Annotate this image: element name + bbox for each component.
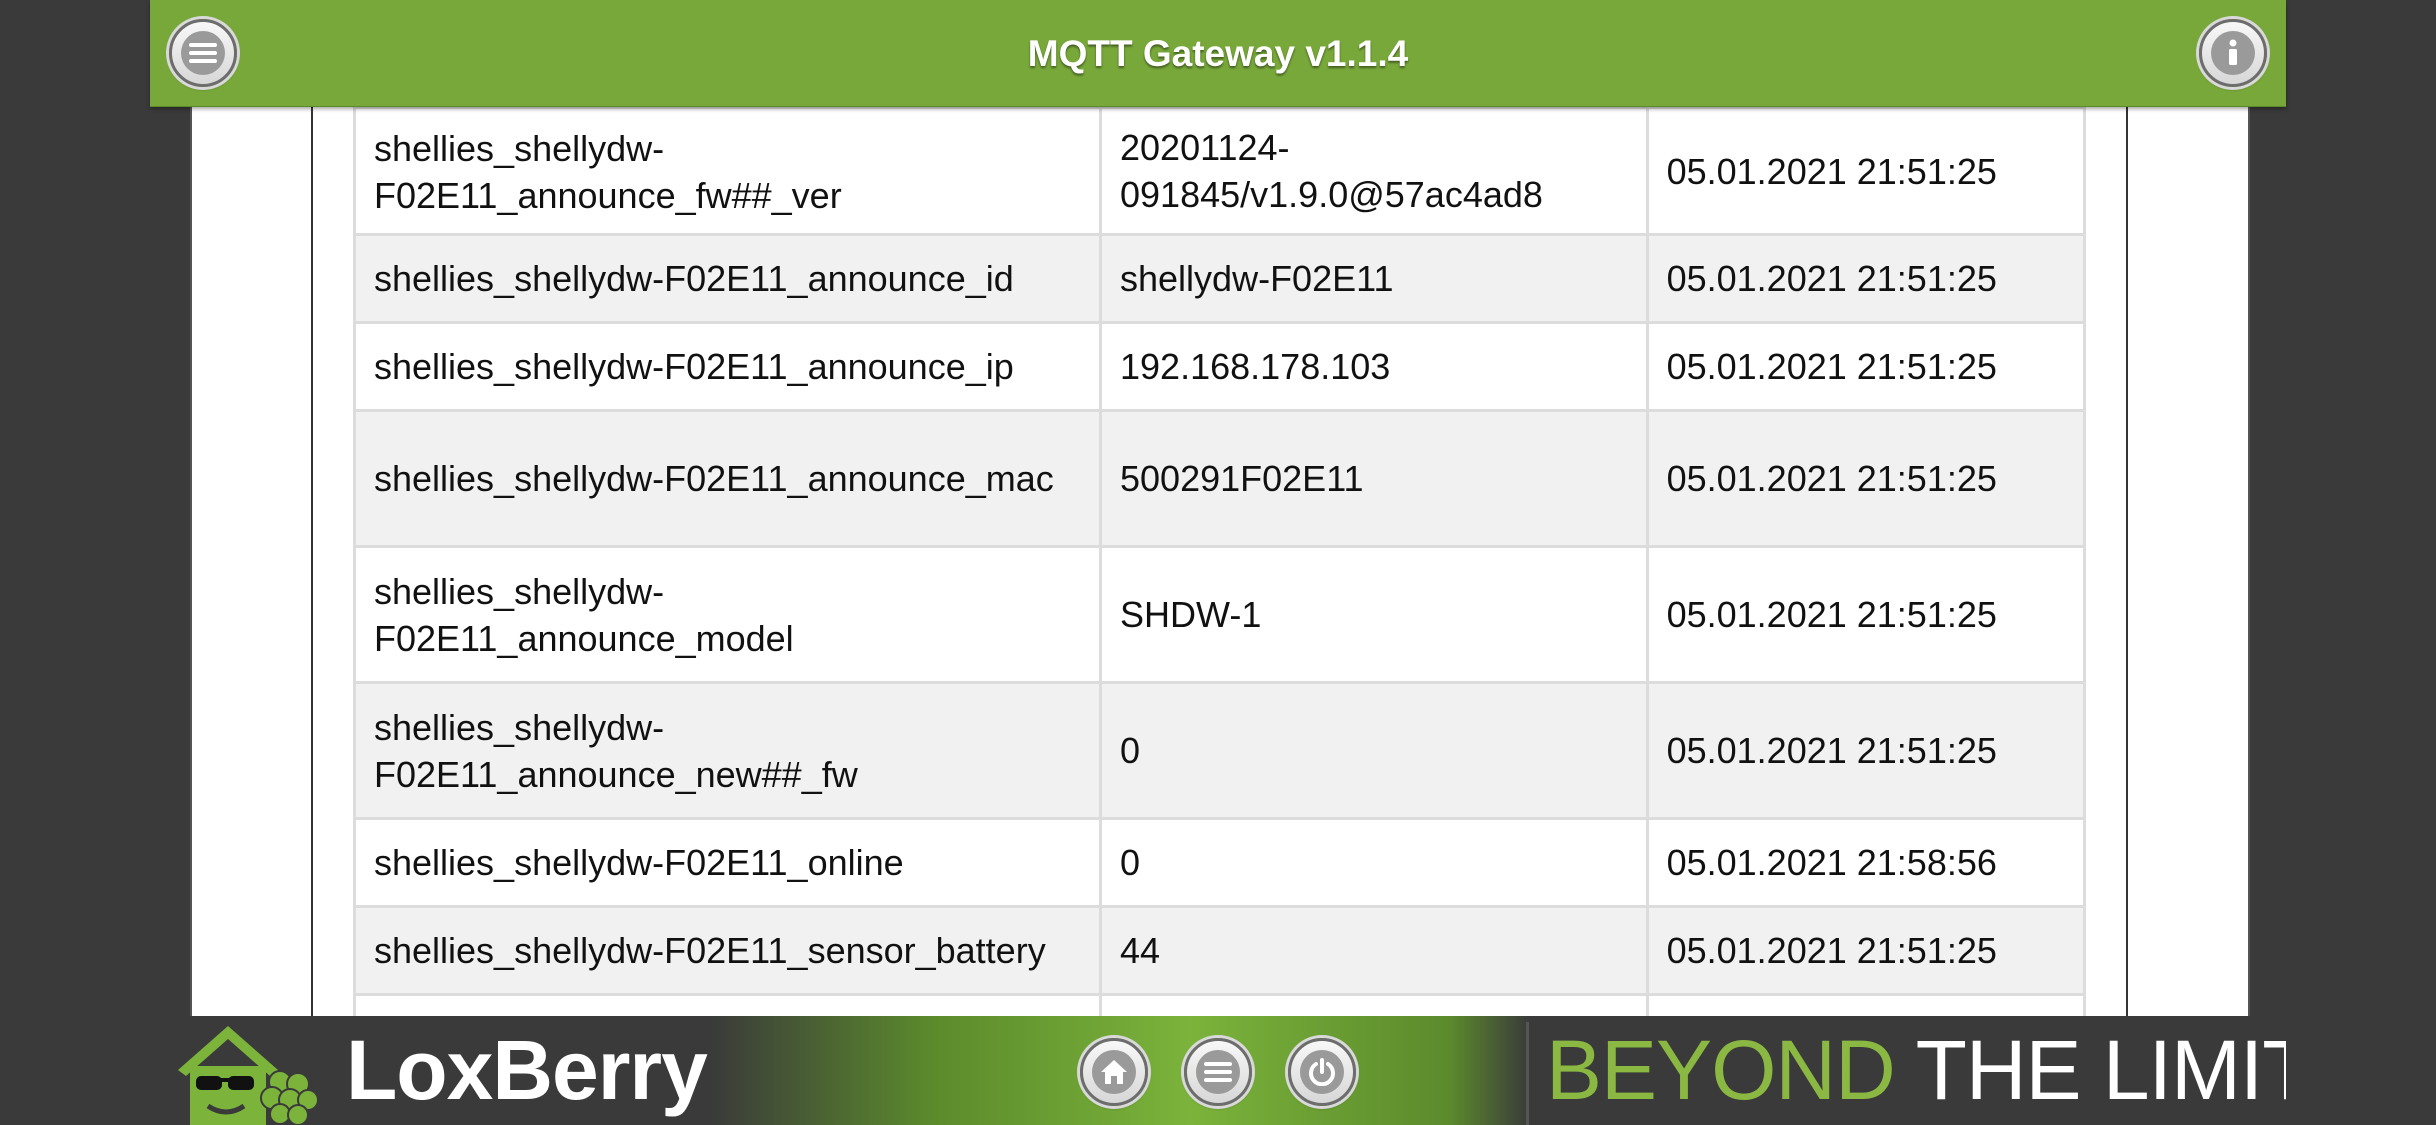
slogan-accent: BEYOND	[1546, 1023, 1896, 1117]
value-cell: 192.168.178.103	[1099, 321, 1649, 412]
value-cell	[1099, 993, 1649, 1016]
footer-divider	[1526, 1022, 1529, 1125]
topic-cell	[352, 993, 1103, 1016]
menu-icon	[1196, 1050, 1240, 1094]
value-cell: 44	[1099, 905, 1649, 996]
table-row: shellies_shellydw-F02E11_announce_id she…	[352, 233, 2087, 324]
timestamp-cell: 05.01.2021 21:51:25	[1645, 681, 2087, 820]
slogan: BEYOND THE LIMITS	[1546, 1020, 2286, 1120]
value-cell: 500291F02E11	[1099, 409, 1649, 548]
table-row: shellies_shellydw-F02E11_online 0 05.01.…	[352, 817, 2087, 908]
timestamp-cell: 05.01.2021 21:51:25	[1645, 106, 2087, 236]
power-icon	[1300, 1050, 1344, 1094]
table-row: shellies_shellydw-F02E11_announce_mac 50…	[352, 409, 2087, 548]
table-row: shellies_shellydw-F02E11_sensor_battery …	[352, 905, 2087, 996]
topic-cell: shellies_shellydw-F02E11_online	[352, 817, 1103, 908]
value-cell: 0	[1099, 681, 1649, 820]
timestamp-cell: 05.01.2021 21:51:25	[1645, 233, 2087, 324]
power-button[interactable]	[1288, 1038, 1356, 1106]
topic-cell: shellies_shellydw-F02E11_announce_id	[352, 233, 1103, 324]
timestamp-cell: 05.01.2021 21:51:25	[1645, 905, 2087, 996]
value-cell: SHDW-1	[1099, 545, 1649, 684]
timestamp-cell	[1645, 993, 2087, 1016]
topics-table: shellies_shellydw-F02E11_announce_fw##_v…	[352, 106, 2087, 1016]
content-panel: shellies_shellydw-F02E11_announce_fw##_v…	[190, 106, 2250, 1016]
timestamp-cell: 05.01.2021 21:51:25	[1645, 545, 2087, 684]
value-cell: 0	[1099, 817, 1649, 908]
app-footer: LoxBerry BEYOND THE LIMITS	[150, 1016, 2286, 1125]
topic-cell: shellies_shellydw-F02E11_announce_fw##_v…	[352, 106, 1103, 236]
table-row: shellies_shellydw-F02E11_announce_fw##_v…	[352, 106, 2087, 236]
footer-menu-button[interactable]	[1184, 1038, 1252, 1106]
slogan-rest: THE LIMITS	[1915, 1023, 2286, 1117]
topic-cell: shellies_shellydw-F02E11_announce_ip	[352, 321, 1103, 412]
table-row	[352, 993, 2087, 1016]
app-header: MQTT Gateway v1.1.4	[150, 0, 2286, 107]
table-row: shellies_shellydw-F02E11_announce_ip 192…	[352, 321, 2087, 412]
topic-cell: shellies_shellydw-F02E11_sensor_battery	[352, 905, 1103, 996]
timestamp-cell: 05.01.2021 21:51:25	[1645, 409, 2087, 548]
table-row: shellies_shellydw-F02E11_announce_new##_…	[352, 681, 2087, 820]
home-button[interactable]	[1080, 1038, 1148, 1106]
topic-cell: shellies_shellydw-F02E11_announce_model	[352, 545, 1103, 684]
value-cell: shellydw-F02E11	[1099, 233, 1649, 324]
page-title: MQTT Gateway v1.1.4	[1027, 33, 1409, 74]
timestamp-cell: 05.01.2021 21:51:25	[1645, 321, 2087, 412]
topics-frame[interactable]: shellies_shellydw-F02E11_announce_fw##_v…	[311, 106, 2128, 1016]
table-row: shellies_shellydw-F02E11_announce_model …	[352, 545, 2087, 684]
topic-cell: shellies_shellydw-F02E11_announce_new##_…	[352, 681, 1103, 820]
value-cell: 20201124-091845/v1.9.0@57ac4ad8	[1099, 106, 1649, 236]
logo-text: LoxBerry	[346, 1023, 708, 1117]
header-info-button[interactable]	[2199, 19, 2267, 87]
timestamp-cell: 05.01.2021 21:58:56	[1645, 817, 2087, 908]
topic-cell: shellies_shellydw-F02E11_announce_mac	[352, 409, 1103, 548]
info-icon	[2211, 31, 2255, 75]
home-icon	[1092, 1050, 1136, 1094]
loxberry-logo-icon	[178, 1026, 318, 1125]
